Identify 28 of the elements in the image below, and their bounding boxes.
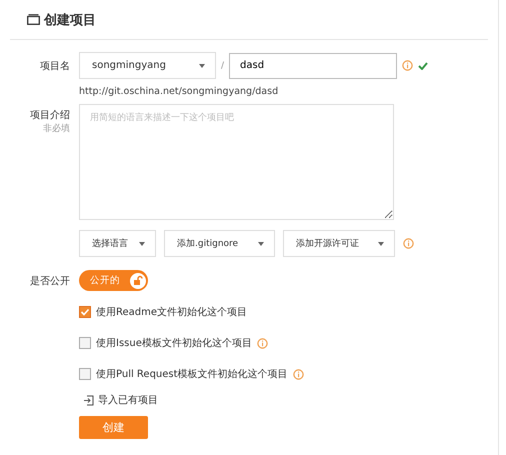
owner-select[interactable]: songmingyang [79, 52, 216, 79]
caret-icon [139, 242, 145, 246]
caret-icon [199, 64, 205, 68]
folder-icon [27, 14, 40, 25]
checkbox-label: 使用Readme文件初始化这个项目 [96, 306, 248, 319]
field-label: 项目介绍 [30, 109, 70, 122]
path-separator: / [221, 60, 224, 70]
info-icon [403, 238, 414, 249]
checkbox-label: 使用Pull Request模板文件初始化这个项目 [96, 368, 288, 381]
checkbox-label: 使用Issue模板文件初始化这个项目 [96, 336, 252, 350]
caret-icon [258, 242, 264, 246]
page-title: 创建项目 [44, 12, 96, 28]
unlock-icon [130, 272, 146, 288]
checkbox[interactable] [79, 306, 91, 318]
project-name-field[interactable]: dasd [229, 52, 398, 78]
checkbox[interactable] [79, 368, 91, 380]
info-icon [402, 60, 414, 71]
dropdown-select[interactable]: 添加开源许可证 [283, 230, 395, 257]
dropdown-select[interactable]: 选择语言 [79, 230, 156, 257]
field-label: 是否公开 [30, 276, 70, 286]
optional-hint: 非必填 [43, 122, 70, 135]
dropdown-select[interactable]: 添加.gitignore [164, 230, 275, 257]
import-icon [83, 394, 94, 406]
field-label: 项目名 [40, 60, 70, 72]
caret-icon [378, 242, 384, 246]
project-url: http://git.oschina.net/songmingyang/dasd [79, 86, 278, 97]
checkbox[interactable] [79, 337, 91, 349]
import-link[interactable]: 导入已有项目 [98, 393, 158, 407]
